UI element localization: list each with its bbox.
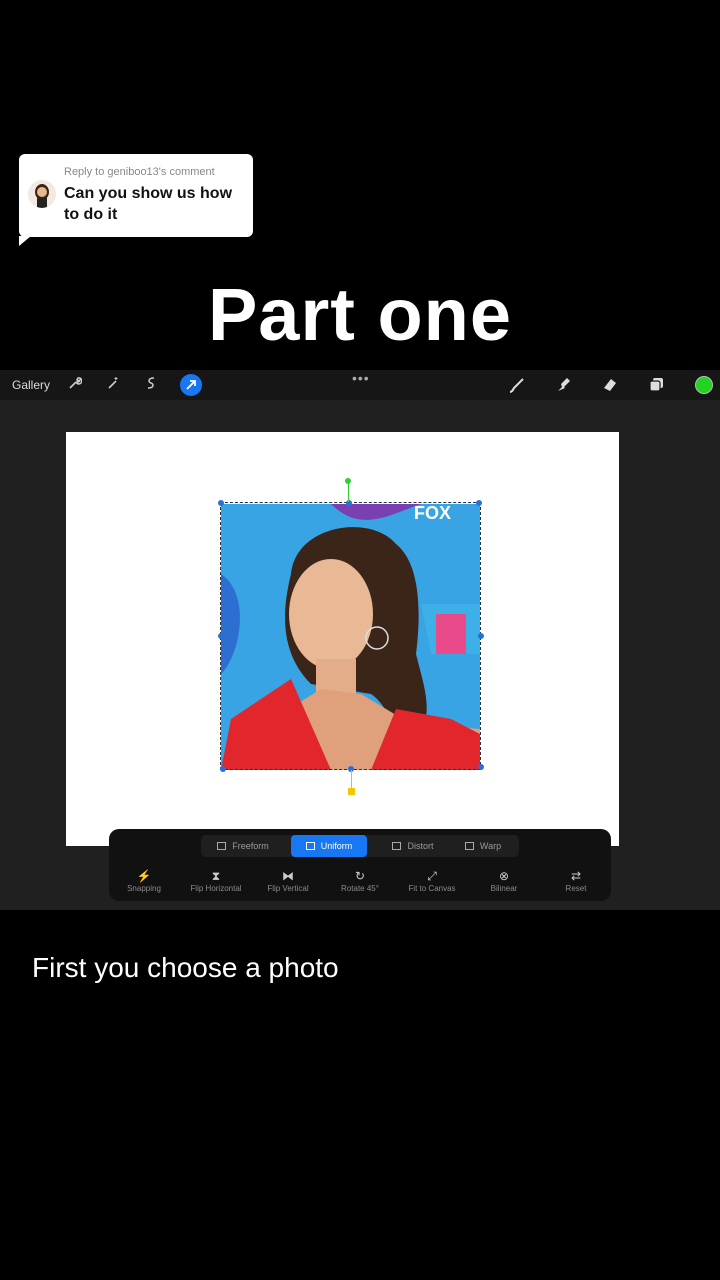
bilinear-icon: ⊗ — [498, 869, 510, 883]
reply-meta: Reply to geniboo13's comment — [64, 166, 215, 178]
anchor-handle[interactable] — [348, 788, 355, 795]
fit-to-canvas-button[interactable]: ⤢ Fit to Canvas — [397, 869, 467, 893]
rotate-handle-line — [348, 482, 349, 502]
fit-canvas-icon: ⤢ — [427, 869, 437, 883]
transform-handle[interactable] — [476, 500, 482, 506]
more-options-icon[interactable]: ••• — [352, 370, 370, 386]
snapping-icon: ⚡ — [136, 869, 152, 883]
rotate-icon: ↻ — [354, 869, 366, 883]
flip-horizontal-button[interactable]: ⧗ Flip Horizontal — [181, 869, 251, 893]
flip-vertical-icon: ⧓ — [282, 869, 294, 883]
transform-handle[interactable] — [218, 500, 224, 506]
transform-handle[interactable] — [478, 633, 484, 639]
color-picker[interactable] — [695, 376, 713, 394]
reply-message: Can you show us how to do it — [64, 185, 233, 223]
bilinear-button[interactable]: ⊗ Bilinear — [469, 869, 539, 893]
mode-freeform[interactable]: Freeform — [207, 835, 279, 857]
mode-distort[interactable]: Distort — [377, 835, 449, 857]
video-title: Part one — [207, 273, 513, 356]
top-toolbar: Gallery ••• — [0, 370, 720, 400]
mode-uniform[interactable]: Uniform — [291, 835, 367, 857]
transform-handle[interactable] — [478, 764, 484, 770]
transform-mode-selector: Freeform Uniform Distort Warp — [201, 835, 519, 857]
uniform-icon — [305, 842, 315, 850]
wrench-icon[interactable] — [66, 376, 84, 394]
layers-icon[interactable] — [648, 376, 666, 394]
transform-handle[interactable] — [218, 633, 224, 639]
rotate-handle[interactable] — [345, 478, 351, 484]
reset-button[interactable]: ⇄ Reset — [541, 869, 611, 893]
selection-icon[interactable] — [142, 376, 160, 394]
freeform-icon — [217, 842, 227, 850]
eraser-icon[interactable] — [601, 376, 619, 394]
transform-toolbar: Freeform Uniform Distort Warp ⚡ Snapping … — [109, 829, 611, 901]
avatar — [28, 180, 56, 208]
warp-icon — [464, 842, 474, 850]
reset-icon: ⇄ — [570, 869, 582, 883]
snapping-button[interactable]: ⚡ Snapping — [109, 869, 179, 893]
mode-warp[interactable]: Warp — [451, 835, 515, 857]
distort-icon — [392, 842, 402, 850]
transform-handle[interactable] — [220, 766, 226, 772]
flip-horizontal-icon: ⧗ — [211, 869, 221, 883]
magic-wand-icon[interactable] — [104, 376, 122, 394]
selection-bounding-box — [220, 502, 481, 770]
smudge-icon[interactable] — [555, 376, 573, 394]
transform-arrow-icon[interactable] — [180, 374, 202, 396]
reply-comment-bubble[interactable]: Reply to geniboo13's comment Can you sho… — [19, 154, 253, 246]
caption-text: First you choose a photo — [32, 952, 339, 983]
rotate-45-button[interactable]: ↻ Rotate 45° — [325, 869, 395, 893]
flip-vertical-button[interactable]: ⧓ Flip Vertical — [253, 869, 323, 893]
anchor-handle-line — [351, 770, 352, 790]
transform-handle[interactable] — [346, 500, 352, 506]
gallery-button[interactable]: Gallery — [12, 378, 50, 392]
brush-icon[interactable] — [508, 376, 526, 394]
